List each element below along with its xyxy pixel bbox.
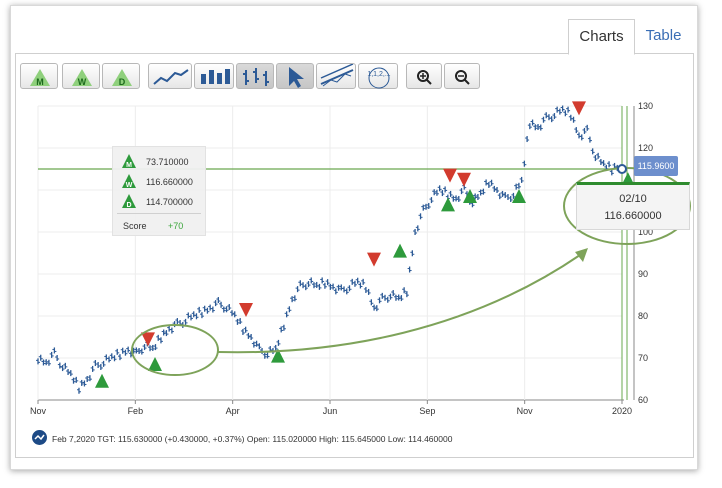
tooltip-date: 02/10 — [619, 193, 647, 205]
price-chart[interactable]: NovFebAprJunSepNov2020 60708090100110120… — [0, 0, 722, 488]
x-tick-label: Apr — [226, 406, 240, 416]
y-tick-label: 90 — [638, 269, 648, 279]
legend-value-m: 73.710000 — [146, 157, 189, 167]
svg-text:W: W — [126, 182, 133, 189]
buy-signal-icon — [393, 243, 407, 258]
sell-signal-icon — [572, 101, 586, 116]
x-axis-ticks: Nov Feb Apr Jun Sep Nov 2020 — [30, 400, 632, 416]
current-point-marker — [617, 164, 627, 174]
annotation-arrow — [217, 254, 581, 354]
tab-charts[interactable]: Charts — [568, 19, 635, 55]
legend-row-d: D 114.700000 — [121, 193, 193, 211]
y-tick-label: 130 — [638, 101, 653, 111]
x-tick-label: Sep — [419, 406, 435, 416]
svg-text:D: D — [126, 202, 131, 209]
symbol-logo-icon — [32, 430, 47, 445]
y-tick-label: 80 — [638, 311, 648, 321]
buy-signal-icon — [95, 373, 109, 388]
x-tick-label: Feb — [128, 406, 144, 416]
annotation-arrowhead — [575, 248, 588, 262]
sell-signal-icon — [457, 172, 471, 187]
legend-divider — [117, 213, 201, 214]
y-tick-label: 70 — [638, 353, 648, 363]
buy-m-icon: M — [122, 154, 136, 169]
x-tick-label: 2020 — [612, 406, 632, 416]
score-label: Score — [123, 221, 147, 231]
buy-w-icon: W — [122, 174, 136, 189]
sell-signal-icon — [141, 332, 155, 347]
sell-signal-icon — [367, 252, 381, 267]
sell-signal-icon — [443, 168, 457, 183]
legend-value-d: 114.700000 — [146, 197, 193, 207]
tooltip-value: 116.660000 — [604, 210, 662, 222]
buy-d-icon: D — [122, 194, 136, 209]
sell-signal-icon — [239, 303, 253, 317]
signal-legend: M 73.710000 W 116.660000 D 114.700000 Sc… — [112, 146, 206, 236]
y-tick-label: 60 — [638, 395, 648, 405]
buy-signal-icon — [512, 189, 526, 203]
legend-value-w: 116.660000 — [146, 177, 193, 187]
x-tick-label: Nov — [30, 406, 47, 416]
legend-row-m: M 73.710000 — [121, 153, 189, 171]
legend-row-w: W 116.660000 — [121, 173, 193, 191]
y-axis-ticks: 60708090100110120130 — [638, 101, 653, 405]
quote-summary: Feb 7,2020 TGT: 115.630000 (+0.430000, +… — [52, 434, 453, 444]
x-tick-label: Nov — [517, 406, 534, 416]
buy-signal-icon — [148, 357, 162, 371]
x-tick-label: Jun — [323, 406, 338, 416]
y-tick-label: 120 — [638, 143, 653, 153]
svg-text:M: M — [126, 162, 132, 169]
signal-markers — [95, 101, 635, 388]
current-price-tag: 115.9600 — [634, 156, 678, 176]
score-value: +70 — [168, 221, 184, 231]
crosshair-tooltip: 02/10 116.660000 — [576, 182, 690, 230]
